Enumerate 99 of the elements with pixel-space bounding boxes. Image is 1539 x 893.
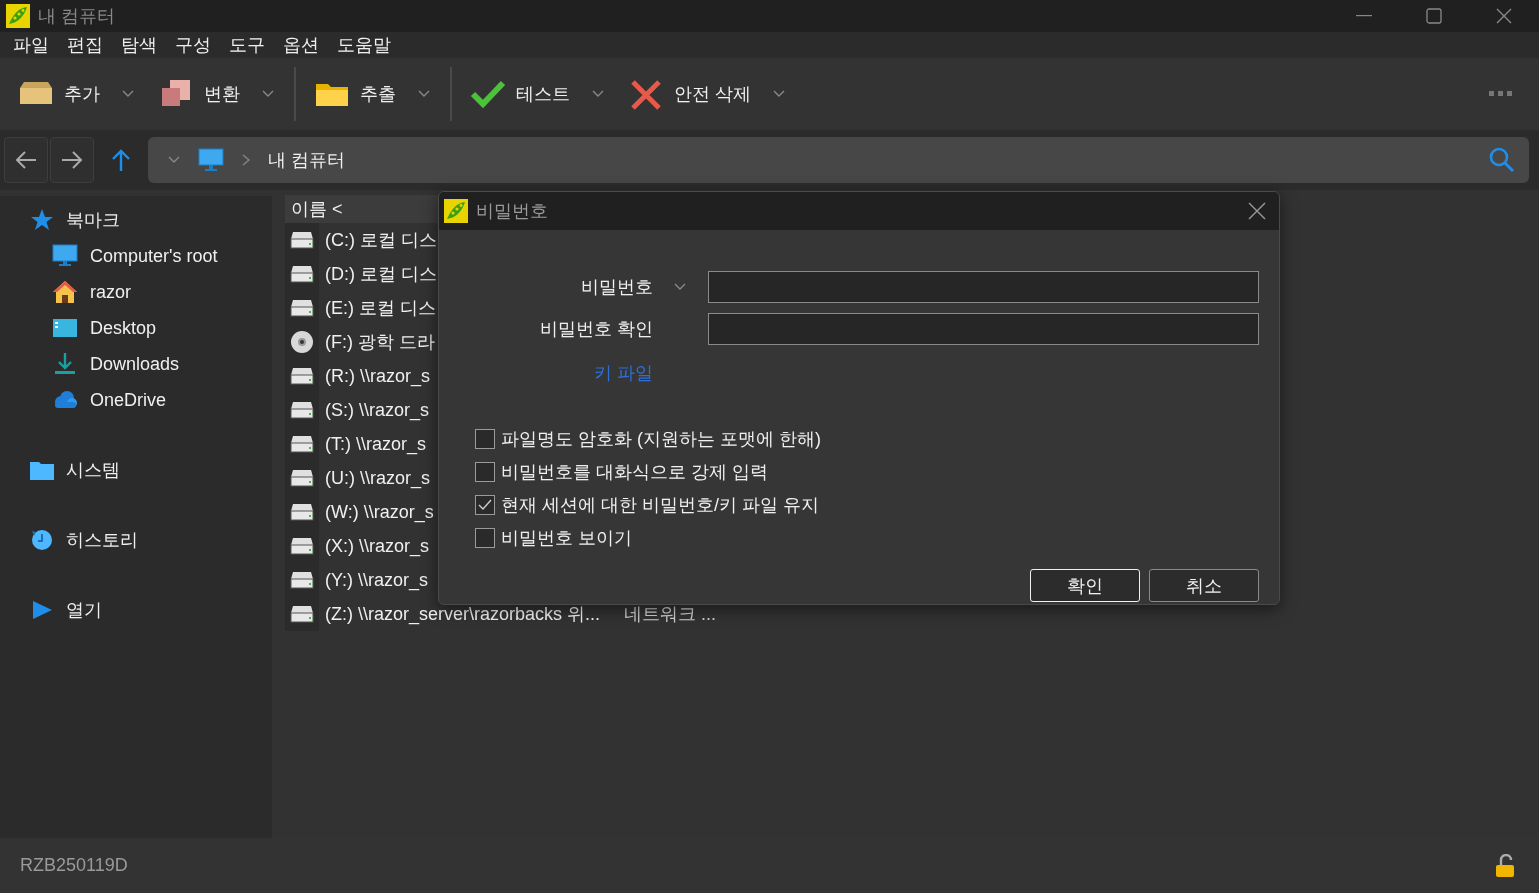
column-header[interactable]: 이름 < — [285, 195, 440, 223]
sidebar-item[interactable]: 북마크 — [66, 208, 120, 232]
file-name[interactable]: (X:) \\razor_s — [319, 535, 430, 557]
house-icon — [52, 280, 78, 304]
checkbox[interactable] — [475, 494, 495, 515]
toolbar-button[interactable]: 테스트 — [466, 74, 574, 114]
file-name[interactable]: (T:) \\razor_s — [319, 433, 426, 455]
toolbar-button[interactable]: 변환 — [154, 74, 244, 114]
drive-icon — [290, 468, 314, 488]
clock-icon — [30, 528, 54, 552]
file-name[interactable]: (U:) \\razor_s — [319, 467, 430, 489]
sidebar-item[interactable]: Computer's root — [90, 245, 218, 267]
check-icon — [478, 498, 492, 511]
menu-item[interactable]: 도움말 — [328, 33, 400, 57]
status-text: RZB250119D — [20, 855, 129, 876]
padlock-icon — [1495, 853, 1515, 878]
monitor-icon — [198, 148, 224, 172]
app-logo-icon — [444, 199, 468, 223]
more-icon[interactable] — [1489, 91, 1513, 97]
file-name[interactable]: (C:) 로컬 디스 — [319, 228, 437, 252]
drive-icon — [290, 400, 314, 420]
menu-item[interactable]: 옵션 — [274, 33, 328, 57]
checkbox-label: 현재 세션에 대한 비밀번호/키 파일 유지 — [501, 493, 819, 517]
search-icon[interactable] — [1489, 147, 1515, 173]
desktop-icon — [52, 316, 78, 340]
drive-icon — [290, 536, 314, 556]
menu-item[interactable]: 탐색 — [112, 33, 166, 57]
caret-icon — [168, 156, 180, 164]
toolbar-button[interactable]: 추가 — [14, 74, 104, 114]
drive-icon — [290, 230, 314, 250]
dialog-title: 비밀번호 — [476, 200, 549, 223]
file-name[interactable]: (S:) \\razor_s — [319, 399, 430, 421]
toolbar-button[interactable]: 추출 — [310, 74, 400, 114]
file-name[interactable]: (D:) 로컬 디스 — [319, 262, 437, 286]
checkbox-label: 파일명도 암호화 (지원하는 포맷에 한해) — [501, 427, 821, 451]
caret-icon — [418, 90, 430, 98]
file-name[interactable]: (R:) \\razor_s — [319, 365, 430, 387]
sidebar-item[interactable]: 열기 — [66, 598, 102, 622]
forward-arrow-icon — [61, 151, 83, 169]
caret-icon[interactable] — [674, 283, 687, 291]
sidebar-item[interactable]: 시스템 — [66, 458, 120, 482]
minimize-icon — [1356, 15, 1372, 17]
sidebar-item[interactable]: razor — [90, 281, 131, 303]
caret-icon — [262, 90, 274, 98]
chevron-icon — [242, 154, 250, 166]
back-button[interactable] — [4, 137, 48, 183]
app-logo-icon — [6, 4, 30, 28]
drive-icon — [290, 298, 314, 318]
drive-icon — [290, 604, 314, 624]
checkbox[interactable] — [475, 527, 495, 548]
file-name[interactable]: (Z:) \\razor_server\razorbacks 위... — [319, 602, 601, 626]
file-name[interactable]: (E:) 로컬 디스 — [319, 296, 436, 320]
drive-icon — [290, 366, 314, 386]
back-arrow-icon — [15, 151, 37, 169]
window-title: 내 컴퓨터 — [38, 5, 116, 28]
sidebar-item[interactable]: Desktop — [90, 317, 157, 339]
drive-icon — [290, 434, 314, 454]
monitor-icon — [52, 244, 78, 268]
caret-icon — [122, 90, 134, 98]
close-icon — [1248, 202, 1266, 220]
file-name[interactable]: (W:) \\razor_s — [319, 501, 434, 523]
dialog-button[interactable]: 확인 — [1030, 569, 1140, 602]
menu-item[interactable]: 편집 — [58, 33, 112, 57]
checkbox[interactable] — [475, 428, 495, 449]
disc-icon — [290, 330, 314, 354]
drive-icon — [290, 264, 314, 284]
drive-icon — [290, 570, 314, 590]
password-field[interactable] — [708, 313, 1259, 345]
drive-icon — [290, 502, 314, 522]
dialog-button[interactable]: 취소 — [1149, 569, 1259, 602]
forward-button[interactable] — [50, 137, 94, 183]
menu-item[interactable]: 파일 — [4, 33, 58, 57]
maximize-icon — [1426, 8, 1442, 24]
menu-item[interactable]: 구성 — [166, 33, 220, 57]
checkbox[interactable] — [475, 461, 495, 482]
play-icon — [30, 598, 54, 622]
sidebar-item[interactable]: OneDrive — [90, 389, 167, 411]
download-icon — [52, 352, 78, 376]
file-name[interactable]: (F:) 광학 드라 — [319, 330, 435, 354]
caret-icon — [592, 90, 604, 98]
menu-item[interactable]: 도구 — [220, 33, 274, 57]
sidebar-item[interactable]: Downloads — [90, 353, 180, 375]
close-icon — [1496, 8, 1512, 24]
check-icon — [470, 78, 506, 110]
file-type: 네트워크 ... — [623, 603, 717, 626]
checkbox-label: 비밀번호 보이기 — [501, 526, 632, 550]
toolbar-button[interactable]: 안전 삭제 — [624, 74, 755, 114]
caret-icon — [773, 90, 785, 98]
up-arrow-icon — [111, 149, 131, 171]
address-bar[interactable]: 내 컴퓨터 — [148, 137, 1529, 183]
checkbox-label: 비밀번호를 대화식으로 강제 입력 — [501, 460, 768, 484]
field-label: 비밀번호 — [579, 276, 653, 299]
sidebar-item[interactable]: 히스토리 — [66, 528, 138, 552]
password-field[interactable] — [708, 271, 1259, 303]
address-path: 내 컴퓨터 — [268, 149, 346, 172]
cross-icon — [628, 78, 664, 110]
field-label: 비밀번호 확인 — [538, 318, 653, 341]
star-icon — [30, 208, 54, 232]
file-name[interactable]: (Y:) \\razor_s — [319, 569, 429, 591]
